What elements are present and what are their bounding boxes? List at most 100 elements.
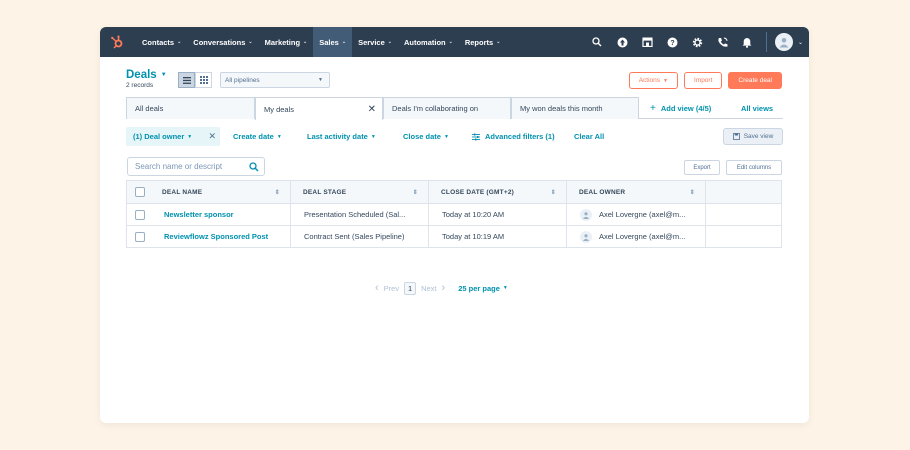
create-date-filter[interactable]: Create date ▼ — [233, 127, 282, 146]
caret-down-icon: ▼ — [276, 133, 282, 140]
actions-button[interactable]: Actions ▼ — [628, 72, 678, 89]
add-view-label: Add view (4/5) — [660, 103, 712, 113]
caret-down-icon[interactable]: ▼ — [161, 72, 167, 78]
nav-reports[interactable]: Reports ⌄ — [459, 27, 507, 57]
sort-icon[interactable]: ⇕ — [690, 189, 695, 196]
actions-button-label: Actions — [638, 77, 661, 84]
empty-cell — [706, 226, 781, 247]
deal-owner-filter[interactable]: (1) Deal owner ▼ ✕ — [126, 127, 220, 146]
close-date-filter[interactable]: Close date ▼ — [403, 127, 449, 146]
plus-icon: + — [650, 102, 656, 114]
nav-label: Marketing — [264, 37, 301, 47]
pipeline-select[interactable]: All pipelines ▼ — [220, 72, 330, 88]
column-label: DEAL NAME — [162, 188, 203, 196]
filter-label: Last activity date — [307, 132, 368, 141]
help-icon[interactable]: ? — [660, 27, 685, 57]
notifications-icon[interactable] — [735, 27, 760, 57]
save-icon — [732, 133, 740, 140]
filter-label: Advanced filters (1) — [485, 132, 555, 141]
upgrade-icon[interactable] — [610, 27, 635, 57]
close-date-cell: Today at 10:19 AM — [429, 226, 567, 247]
caret-down-icon: ▼ — [370, 133, 376, 140]
calling-icon[interactable] — [710, 27, 735, 57]
owner-avatar-icon — [580, 230, 592, 243]
tab-all-deals[interactable]: All deals — [126, 97, 255, 119]
chevron-down-icon: ⌄ — [448, 39, 453, 45]
column-header-deal-owner[interactable]: DEAL OWNER ⇕ — [567, 181, 706, 203]
next-page-button[interactable]: Next › — [421, 282, 445, 294]
import-button-label: Import — [693, 77, 713, 84]
per-page-select[interactable]: 25 per page ▼ — [458, 284, 508, 293]
deal-name-link[interactable]: Newsletter sponsor — [153, 204, 291, 225]
settings-icon[interactable] — [685, 27, 710, 57]
save-view-button[interactable]: Save view — [723, 128, 783, 145]
prev-label: Prev — [383, 283, 400, 293]
hubspot-logo-icon[interactable] — [100, 27, 134, 57]
column-header-deal-name[interactable]: DEAL NAME ⇕ — [153, 181, 291, 203]
nav-service[interactable]: Service ⌄ — [352, 27, 398, 57]
select-all-cell — [127, 181, 153, 203]
tab-label: Deals I'm collaborating on — [392, 104, 479, 113]
user-avatar[interactable] — [774, 33, 793, 51]
nav-sales[interactable]: Sales ⌄ — [313, 27, 353, 57]
sort-icon[interactable]: ⇕ — [551, 189, 556, 196]
search-icon — [249, 162, 259, 172]
caret-down-icon: ▼ — [502, 285, 508, 291]
caret-down-icon: ▼ — [318, 77, 323, 83]
all-views-label: All views — [741, 103, 774, 113]
search-input[interactable]: Search name or descript — [127, 157, 265, 176]
edit-columns-button-label: Edit columns — [736, 164, 772, 171]
advanced-filters-button[interactable]: Advanced filters (1) — [472, 127, 555, 146]
chevron-down-icon: ⌄ — [177, 39, 182, 45]
sort-icon[interactable]: ⇕ — [413, 189, 418, 196]
close-icon[interactable]: ✕ — [368, 104, 376, 115]
last-activity-filter[interactable]: Last activity date ▼ — [307, 127, 376, 146]
nav-label: Conversations — [193, 37, 246, 47]
filter-label: Clear All — [574, 132, 605, 141]
row-checkbox[interactable] — [135, 209, 145, 220]
nav-label: Automation — [403, 37, 446, 47]
board-view-icon[interactable] — [195, 72, 212, 88]
nav-automation[interactable]: Automation ⌄ — [398, 27, 459, 57]
nav-label: Contacts — [142, 37, 175, 47]
prev-page-button[interactable]: ‹ Prev — [375, 282, 399, 294]
export-button[interactable]: Export — [684, 160, 720, 175]
tab-label: My won deals this month — [520, 104, 603, 113]
nav-contacts[interactable]: Contacts ⌄ — [136, 27, 187, 57]
create-deal-button[interactable]: Create deal — [728, 72, 782, 89]
add-view-button[interactable]: + Add view (4/5) — [650, 97, 711, 119]
nav-marketing[interactable]: Marketing ⌄ — [259, 27, 314, 57]
column-label: DEAL STAGE — [303, 188, 347, 196]
page-number[interactable]: 1 — [404, 281, 417, 295]
tab-my-deals[interactable]: My deals ✕ — [255, 97, 383, 120]
tab-deals-collaborating[interactable]: Deals I'm collaborating on — [383, 97, 511, 119]
table-row[interactable]: Reviewflowz Sponsored Post Contract Sent… — [126, 226, 782, 248]
select-all-checkbox[interactable] — [135, 187, 145, 197]
deal-name-link[interactable]: Reviewflowz Sponsored Post — [153, 226, 291, 247]
caret-down-icon: ▼ — [663, 77, 668, 84]
edit-columns-button[interactable]: Edit columns — [726, 160, 782, 175]
marketplace-icon[interactable] — [635, 27, 660, 57]
row-checkbox-cell — [127, 204, 153, 225]
record-count: 2 records — [126, 82, 154, 89]
close-icon[interactable]: ✕ — [208, 131, 216, 142]
column-header-close-date[interactable]: CLOSE DATE (GMT+2) ⇕ — [429, 181, 567, 203]
page-title[interactable]: Deals — [126, 69, 157, 81]
search-icon[interactable] — [585, 27, 610, 57]
nav-conversations[interactable]: Conversations ⌄ — [187, 27, 258, 57]
all-views-link[interactable]: All views — [741, 97, 773, 119]
sort-icon[interactable]: ⇕ — [275, 189, 280, 196]
table-header: DEAL NAME ⇕ DEAL STAGE ⇕ CLOSE DATE (GMT+2… — [126, 180, 782, 204]
filter-label: Create date — [233, 132, 274, 141]
nav-label: Service — [358, 37, 385, 47]
chevron-down-icon[interactable]: ⌄ — [798, 39, 803, 46]
row-checkbox[interactable] — [135, 231, 145, 242]
clear-all-link[interactable]: Clear All — [574, 127, 604, 146]
import-button[interactable]: Import — [683, 72, 723, 89]
table-row[interactable]: Newsletter sponsor Presentation Schedule… — [126, 204, 782, 226]
filter-label: (1) Deal owner — [133, 132, 185, 141]
list-view-icon[interactable] — [178, 72, 195, 88]
column-header-deal-stage[interactable]: DEAL STAGE ⇕ — [291, 181, 429, 203]
tab-won-deals[interactable]: My won deals this month — [511, 97, 639, 119]
nav-label: Sales — [319, 37, 339, 47]
